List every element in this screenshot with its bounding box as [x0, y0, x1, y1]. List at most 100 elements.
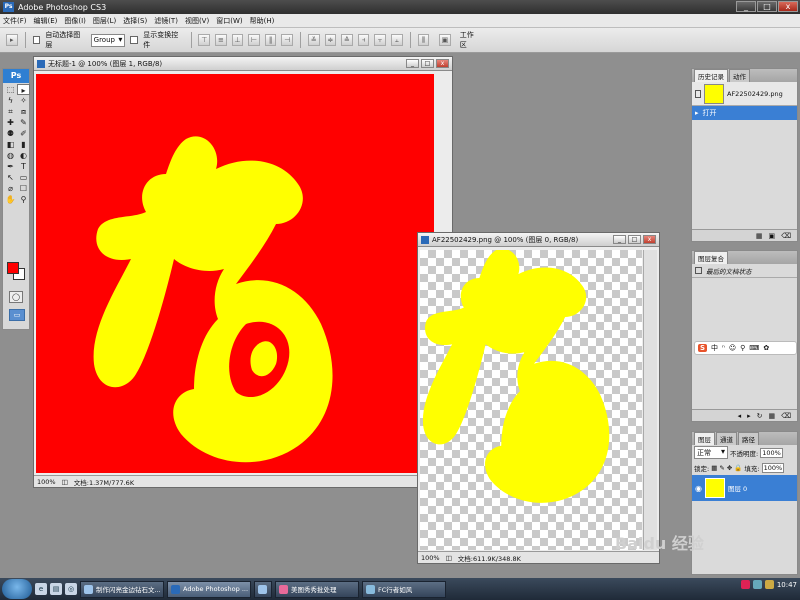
tab-paths[interactable]: 路径 [738, 432, 759, 445]
menu-layer[interactable]: 图层(L) [93, 16, 116, 26]
doc1-status-icon[interactable]: ◫ [62, 478, 68, 486]
zoom-icon[interactable]: ⚲ [17, 194, 30, 205]
menu-view[interactable]: 视图(V) [185, 16, 209, 26]
new-snapshot-icon[interactable]: ▣ [768, 232, 775, 240]
quick-launch-app-icon[interactable]: ◎ [65, 583, 77, 595]
marquee-icon[interactable]: ⬚ [4, 84, 17, 95]
move-icon[interactable]: ▸ [17, 84, 30, 95]
lock-pixels-icon[interactable]: ✎ [719, 464, 724, 472]
pen-icon[interactable]: ✒ [4, 161, 17, 172]
distribute-right-icon[interactable]: ⫠ [390, 34, 403, 46]
document-window-2[interactable]: AF22502429.png @ 100% (图层 0, RGB/8) _ □ … [417, 232, 660, 564]
screen-mode-icon[interactable]: ▭ [9, 309, 25, 321]
path-select-icon[interactable]: ↖ [4, 172, 17, 183]
tray-volume-icon[interactable] [764, 580, 774, 589]
delete-icon[interactable]: ⌫ [781, 232, 791, 240]
document-2-canvas[interactable] [420, 248, 642, 550]
taskbar-item-chat[interactable]: FC行者如风 [362, 580, 446, 598]
document-1-canvas[interactable] [36, 74, 434, 473]
minimize-button[interactable]: _ [736, 1, 756, 12]
dodge-icon[interactable]: ◐ [17, 150, 30, 161]
eyedropper-icon[interactable]: ⌀ [4, 183, 17, 194]
doc2-maximize-button[interactable]: □ [628, 235, 641, 244]
menu-file[interactable]: 文件(F) [3, 16, 27, 26]
doc2-minimize-button[interactable]: _ [613, 235, 626, 244]
lock-transparent-icon[interactable]: ▦ [711, 464, 717, 472]
type-icon[interactable]: T [17, 161, 30, 172]
doc2-vertical-scrollbar[interactable] [643, 250, 657, 550]
layer-visibility-eye-icon[interactable]: ◉ [695, 484, 702, 493]
blur-icon[interactable]: ◍ [4, 150, 17, 161]
shape-icon[interactable]: ▭ [17, 172, 30, 183]
close-button[interactable]: x [778, 1, 798, 12]
tray-sogou-icon[interactable] [740, 580, 750, 589]
menu-image[interactable]: 图像(I) [64, 16, 86, 26]
menu-window[interactable]: 窗口(W) [216, 16, 242, 26]
distribute-hcenter-icon[interactable]: ⫟ [374, 34, 386, 46]
doc2-zoom[interactable]: 100% [421, 554, 440, 562]
taskbar-item-photoshop[interactable]: Adobe Photoshop ... [167, 580, 251, 598]
ime-emoji-icon[interactable]: ☺ [729, 344, 736, 352]
document-2-title-bar[interactable]: AF22502429.png @ 100% (图层 0, RGB/8) _ □ … [418, 233, 659, 247]
quick-launch-ie-icon[interactable]: e [35, 583, 47, 595]
blend-mode-dropdown[interactable]: 正常 [694, 446, 728, 459]
distribute-bottom-icon[interactable]: ≙ [341, 34, 353, 46]
layer-name[interactable]: 图层 0 [728, 483, 747, 493]
align-hcenter-icon[interactable]: ‖ [264, 34, 277, 46]
brush-icon[interactable]: ✎ [17, 117, 30, 128]
ime-punct-icon[interactable]: ⁿ [722, 344, 725, 352]
distribute-left-icon[interactable]: ⫞ [357, 34, 370, 46]
tab-layer-comps[interactable]: 图层复合 [694, 251, 728, 264]
eraser-icon[interactable]: ◧ [4, 139, 17, 150]
doc2-status-icon[interactable]: ◫ [446, 554, 452, 562]
history-snapshot[interactable]: AF22502429.png [692, 82, 797, 106]
menu-filter[interactable]: 滤镜(T) [154, 16, 178, 26]
new-comp-icon[interactable]: ▦ [768, 412, 775, 420]
ime-voice-icon[interactable]: ⚲ [740, 344, 745, 352]
move-tool-preset-icon[interactable]: ▸ [6, 34, 18, 46]
auto-align-icon[interactable]: ⫼ [417, 34, 430, 46]
doc1-close-button[interactable]: x [436, 59, 449, 68]
auto-select-checkbox[interactable] [32, 36, 41, 44]
update-comp-icon[interactable]: ↻ [757, 412, 763, 420]
align-right-icon[interactable]: ⊣ [281, 34, 294, 46]
start-button[interactable] [2, 579, 32, 599]
align-top-icon[interactable]: ⊤ [198, 34, 211, 46]
slice-icon[interactable]: ⧈ [17, 106, 30, 117]
menu-edit[interactable]: 编辑(E) [34, 16, 58, 26]
document-1-title-bar[interactable]: 无标题-1 @ 100% (图层 1, RGB/8) _ □ x [34, 57, 452, 71]
taskbar-item-browser[interactable]: 制作闪亮金边钻石文... [80, 580, 164, 598]
gradient-icon[interactable]: ▮ [17, 139, 30, 150]
tab-history[interactable]: 历史记录 [694, 69, 728, 82]
snapshot-source-icon[interactable] [695, 89, 701, 98]
layer-comp-item[interactable]: 最后的文档状态 [692, 264, 797, 278]
next-comp-icon[interactable]: ▸ [747, 412, 751, 420]
lock-all-icon[interactable]: 🔒 [734, 464, 742, 472]
menu-help[interactable]: 帮助(H) [250, 16, 275, 26]
distribute-vcenter-icon[interactable]: ≑ [324, 34, 337, 46]
align-vcenter-icon[interactable]: ≡ [215, 34, 227, 46]
hand-icon[interactable]: ✋ [4, 194, 17, 205]
taskbar-item-misc[interactable] [254, 580, 272, 598]
doc1-maximize-button[interactable]: □ [421, 59, 434, 68]
delete-comp-icon[interactable]: ⌫ [781, 412, 791, 420]
ime-keyboard-icon[interactable]: ⌨ [749, 344, 759, 352]
auto-select-dropdown[interactable]: Group [90, 33, 126, 47]
align-left-icon[interactable]: ⊢ [248, 34, 260, 46]
menu-select[interactable]: 选择(S) [123, 16, 147, 26]
doc1-minimize-button[interactable]: _ [406, 59, 419, 68]
quick-mask-icon[interactable]: ◯ [9, 291, 23, 303]
align-bottom-icon[interactable]: ⊥ [231, 34, 244, 46]
quick-launch-explorer-icon[interactable]: ▤ [50, 583, 62, 595]
bridge-icon[interactable]: ▣ [439, 34, 451, 46]
ime-mode-label[interactable]: 中 [711, 343, 718, 353]
tray-network-icon[interactable] [752, 580, 762, 589]
ime-skin-icon[interactable]: ✿ [763, 344, 769, 352]
stamp-icon[interactable]: ⚉ [4, 128, 17, 139]
doc1-zoom[interactable]: 100% [37, 478, 56, 486]
sogou-ime-icon[interactable]: S [698, 344, 708, 352]
document-window-1[interactable]: 无标题-1 @ 100% (图层 1, RGB/8) _ □ x 100% ◫ … [33, 56, 453, 488]
maximize-button[interactable]: □ [757, 1, 777, 12]
healing-icon[interactable]: ✚ [4, 117, 17, 128]
workspace-menu[interactable]: 工作区 [460, 30, 480, 50]
